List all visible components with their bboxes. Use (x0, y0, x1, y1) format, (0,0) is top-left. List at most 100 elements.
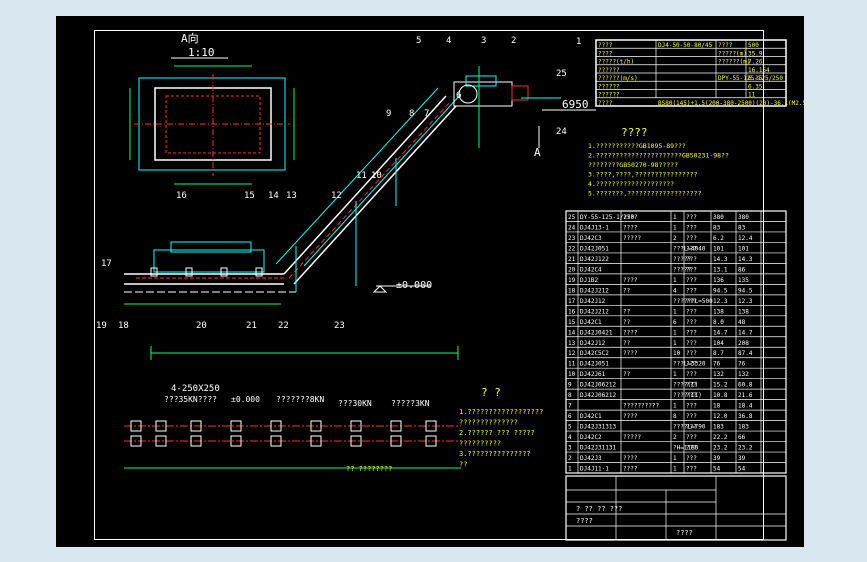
parts-cell: ??? (686, 298, 697, 305)
parts-cell: 48 (738, 319, 746, 326)
parts-cell: ?? (623, 287, 631, 294)
parts-cell: 1 (673, 224, 677, 231)
parts-cell: ???? (623, 224, 638, 231)
parts-cell: DJ42J06212 (580, 382, 617, 389)
callout-13: 13 (286, 191, 297, 201)
parts-cell: DJ42J12 (580, 298, 606, 305)
parts-cell: 1 (673, 455, 677, 462)
note-line: 4.???????????????????? (588, 180, 674, 188)
spec-cell: ???? (598, 50, 613, 57)
spec-cell: 35.9 (748, 50, 763, 57)
parts-cell: ??? (686, 340, 697, 347)
parts-cell: ??? (686, 413, 697, 420)
spec-cell: ???? (598, 42, 613, 49)
parts-cell: DJ42J3 (580, 455, 602, 462)
parts-cell: 39 (738, 455, 746, 462)
parts-cell: 54 (713, 466, 721, 473)
callout-18: 18 (118, 321, 129, 331)
parts-cell: ??? (686, 350, 697, 357)
spec-cell: ??????(m) (718, 59, 751, 66)
parts-cell: 1 (673, 340, 677, 347)
parts-cell: 76 (713, 361, 721, 368)
callout-3: 3 (481, 36, 486, 46)
parts-cell: 5 (568, 424, 572, 431)
parts-cell: 1 (673, 329, 677, 336)
title-block-row-1: ? ?? ?? ??? (576, 505, 622, 513)
parts-cell: 6 (568, 413, 572, 420)
spec-cell: ?????(m) (718, 50, 747, 57)
callout-14: 14 (268, 191, 279, 201)
parts-cell: 25 (568, 214, 576, 221)
parts-cell: ???? (623, 413, 638, 420)
parts-cell: 94.5 (713, 287, 728, 294)
callout-8: 8 (409, 109, 414, 119)
spec-cell: ??????(m/s) (598, 75, 638, 82)
parts-cell: ??? (686, 455, 697, 462)
parts-cell: 66 (738, 434, 746, 441)
parts-cell: ??? (686, 277, 697, 284)
spec-cell: ?????(t/h) (598, 59, 634, 66)
parts-cell: DJ42J212 (580, 287, 609, 294)
parts-cell: ??? (686, 434, 697, 441)
parts-cell: 18 (713, 403, 721, 410)
parts-cell: 138 (738, 308, 749, 315)
parts-cell: DJ42C2 (580, 434, 602, 441)
parts-cell: ?? (623, 319, 631, 326)
parts-cell: ?? (623, 340, 631, 347)
parts-cell: 13.1 (713, 266, 728, 273)
foundation-bottom-label: ?? ???????? (346, 465, 392, 473)
parts-cell: 1 (673, 403, 677, 410)
parts-cell: 4 (673, 287, 677, 294)
parts-cell: 15.2 (713, 382, 728, 389)
cad-viewport[interactable]: A向 1:10 ±0.000 6950 A 1 2 3 4 5 6 7 8 9 … (56, 16, 804, 547)
foundation-note-line: 2.?????? ??? ????? (459, 429, 535, 437)
spec-cell: 6.35 (748, 75, 763, 82)
parts-cell: ??? (686, 319, 697, 326)
parts-cell: 14.7 (738, 329, 753, 336)
parts-cell: DJ42C5C2 (580, 350, 609, 357)
parts-cell: 20 (568, 266, 576, 273)
parts-cell: 8 (568, 392, 572, 399)
parts-cell: 10.8 (713, 392, 728, 399)
parts-cell: 1 (673, 277, 677, 284)
callout-20: 20 (196, 321, 207, 331)
callout-12: 12 (331, 191, 342, 201)
foundation-note-line: ?? (459, 461, 467, 469)
parts-cell: DJ42J61 (580, 371, 606, 378)
parts-cell: 18.4 (738, 403, 753, 410)
foundation-title: ? ? (481, 386, 501, 399)
parts-cell: ???? (623, 350, 638, 357)
parts-cell: 12.4 (738, 235, 753, 242)
parts-cell: 14.7 (713, 329, 728, 336)
note-line: 3.????,????,???????????????? (588, 171, 698, 179)
spec-cell: 500 (748, 42, 759, 49)
parts-cell: 36.8 (738, 413, 753, 420)
elev-zero-label: ±0.000 (396, 280, 432, 291)
parts-cell: 132 (713, 371, 724, 378)
callout-23: 23 (334, 321, 345, 331)
parts-cell: 6 (673, 319, 677, 326)
parts-cell: ???? (623, 455, 638, 462)
elevation-view: ±0.000 6950 A (124, 66, 596, 360)
parts-cell: 14.3 (738, 256, 753, 263)
callout-1: 1 (576, 37, 581, 47)
parts-cell: 2 (568, 455, 572, 462)
spec-table: ???? DJ4-50-50-80/45???? 500???? ?????(m) 35… (595, 39, 804, 107)
parts-cell: DJ1B2 (580, 277, 598, 284)
parts-cell: 8.0 (713, 319, 724, 326)
callout-19: 19 (96, 321, 107, 331)
parts-cell: 380 (713, 214, 724, 221)
parts-cell: ??? (686, 382, 697, 389)
callout-17: 17 (101, 259, 112, 269)
parts-cell: ??? (686, 361, 697, 368)
callout-25: 25 (556, 69, 567, 79)
foundation-load-1: ???35KN???? (164, 395, 217, 404)
parts-cell: 87.4 (738, 350, 753, 357)
parts-cell: 101 (713, 245, 724, 252)
parts-cell: DJ42J31131 (580, 445, 617, 452)
spec-cell: DJ4-50-50-80/45 (658, 42, 713, 49)
parts-cell: 12 (568, 350, 576, 357)
parts-cell: DJ4J13-1 (580, 224, 609, 231)
parts-cell: 12.3 (713, 298, 728, 305)
parts-cell: DJ42J051 (580, 245, 609, 252)
